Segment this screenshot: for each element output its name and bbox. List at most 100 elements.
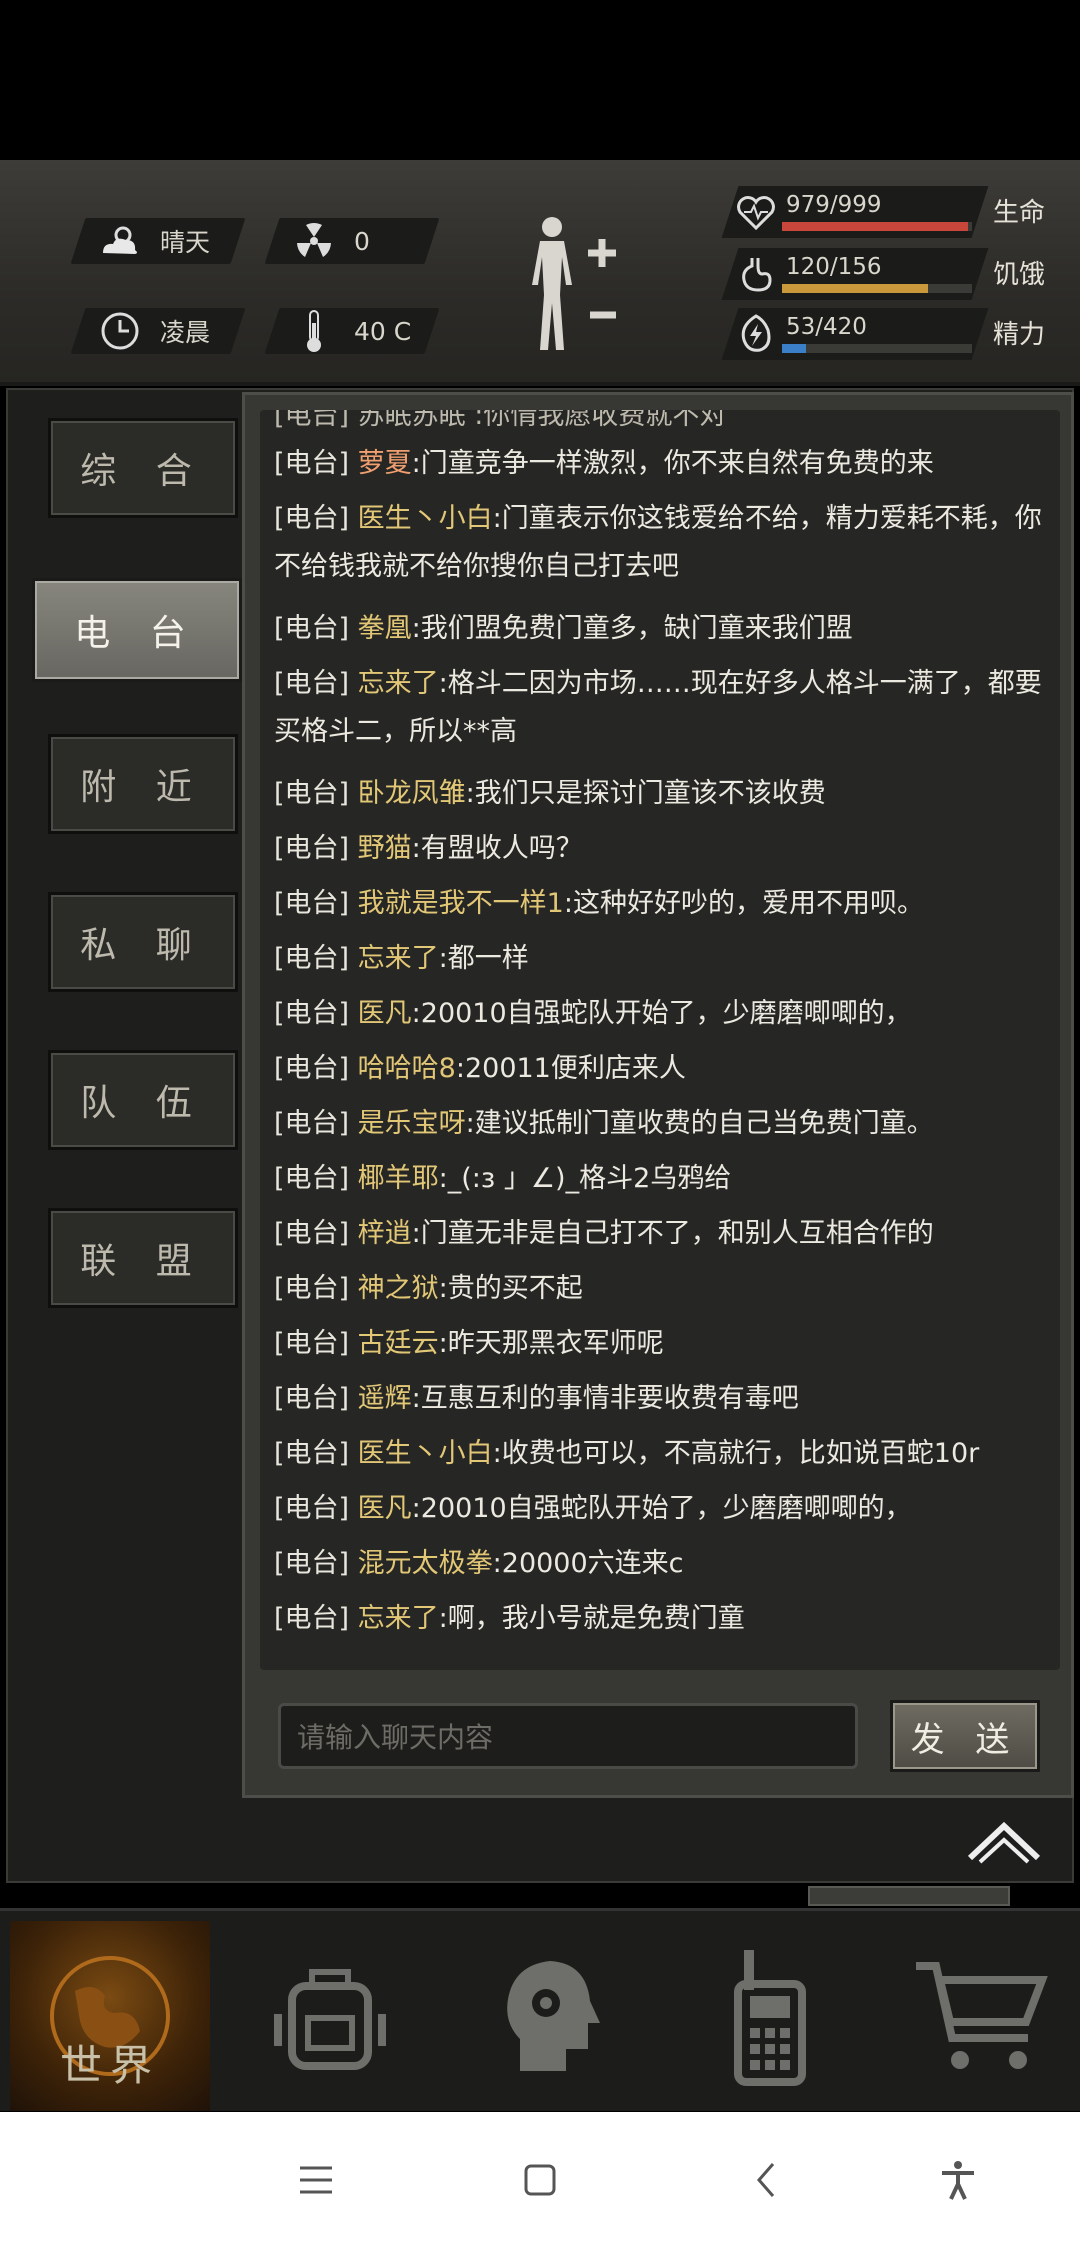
message-text: :20000六连来c (492, 1548, 684, 1579)
sender-name[interactable]: 古廷云 (358, 1328, 439, 1359)
chat-input[interactable]: 请输入聊天内容 (278, 1703, 858, 1769)
sender-name[interactable]: 医凡 (358, 1493, 412, 1524)
temperature-status: 40 C (264, 308, 440, 354)
message-text: :昨天那黑衣军师呢 (438, 1328, 664, 1359)
sender-name[interactable]: 医生丶小白 (358, 503, 493, 534)
hunger-value: 120/156 (786, 254, 882, 280)
radio-icon (734, 1950, 806, 2086)
time-status: 凌晨 (70, 308, 246, 354)
energy-icon (741, 314, 771, 352)
notification-strip (808, 1886, 1010, 1906)
energy-label: 精力 (993, 320, 1046, 350)
world-label: 世界 (59, 2041, 160, 2090)
nav-backpack[interactable] (230, 1921, 430, 2111)
message-text: :有盟收人吗？ (411, 833, 583, 864)
channel-tag: [电台] (274, 943, 350, 974)
chat-message: [电台] 拳凰:我们盟免费门童多，缺门童来我们盟 (274, 605, 1044, 653)
chat-message: [电台] 梓逍:门童无非是自己打不了，和别人互相合作的 (274, 1210, 1044, 1258)
energy-bar: 53/420 精力 (721, 308, 1060, 364)
message-text: :这种好好吵的，爱用不用呗。 (563, 888, 924, 919)
channel-tag: [电台] (274, 668, 350, 699)
tab-private[interactable]: 私 聊 (48, 892, 238, 992)
tab-general[interactable]: 综 合 (48, 418, 238, 518)
nav-shop[interactable] (880, 1921, 1080, 2111)
tab-nearby[interactable]: 附 近 (48, 734, 238, 834)
tab-radio[interactable]: 电 台 (32, 578, 242, 682)
channel-tag: [电台] (274, 1218, 350, 1249)
sender-name[interactable]: 是乐宝呀 (358, 1108, 466, 1139)
channel-tag: [电台] (274, 833, 350, 864)
sender-name[interactable]: 椰羊耶 (358, 1163, 439, 1194)
chat-message: [电台] 忘来了:啊，我小号就是免费门童 (274, 1595, 1044, 1643)
weather-label: 晴天 (160, 228, 211, 257)
message-text: :20011便利店来人 (455, 1053, 686, 1084)
message-text: :门童无非是自己打不了，和别人互相合作的 (411, 1218, 934, 1249)
channel-tag: [电台] (274, 503, 350, 534)
accessibility-icon[interactable] (930, 2152, 986, 2208)
sender-name[interactable]: 我就是我不一样1 (358, 888, 564, 919)
cart-icon (916, 1962, 1048, 2069)
chat-message: [电台] 混元太极拳:20000六连来c (274, 1540, 1044, 1588)
chat-message: [电台] 神之狱:贵的买不起 (274, 1265, 1044, 1313)
sender-name[interactable]: 梓逍 (358, 1218, 412, 1249)
chat-message: [电台] 忘来了:都一样 (274, 935, 1044, 983)
chat-message: [电台] 椰羊耶:_(:з 」∠)_格斗2乌鸦给 (274, 1155, 1044, 1203)
sender-name[interactable]: 忘来了 (358, 668, 439, 699)
sender-name[interactable]: 忘来了 (358, 1603, 439, 1634)
channel-tag: [电台] (274, 1383, 350, 1414)
energy-fill (782, 344, 806, 353)
chat-message: [电台] 哈哈哈8:20011便利店来人 (274, 1045, 1044, 1093)
channel-tag: [电台] (274, 1163, 350, 1194)
sender-name[interactable]: 卧龙凤雏 (358, 778, 466, 809)
collapse-icon[interactable] (966, 1818, 1042, 1866)
tab-alliance[interactable]: 联 盟 (48, 1208, 238, 1308)
channel-tag: [电台] (274, 1603, 350, 1634)
sender-name[interactable]: 拳凰 (358, 613, 412, 644)
send-button[interactable]: 发 送 (890, 1700, 1040, 1772)
hunger-bar: 120/156 饥饿 (721, 248, 1060, 304)
body-icon[interactable] (520, 215, 630, 355)
message-text: :建议抵制门童收费的自己当免费门童。 (465, 1108, 934, 1139)
home-icon[interactable] (512, 2152, 568, 2208)
radiation-status: 0 (264, 218, 440, 264)
sender-name[interactable]: 萝夏 (358, 448, 412, 479)
back-icon[interactable] (738, 2152, 794, 2208)
sender-name[interactable]: 混元太极拳 (358, 1548, 493, 1579)
temperature-value: 40 C (354, 316, 412, 346)
sender-name[interactable]: 野猫 (358, 833, 412, 864)
chat-message: [电台] 医生丶小白:门童表示你这钱爱给不给，精力爱耗不耗，你不给钱我就不给你搜… (274, 495, 1044, 591)
hunger-label: 饥饿 (993, 260, 1046, 290)
energy-value: 53/420 (786, 314, 867, 340)
nav-skills[interactable] (450, 1921, 650, 2111)
chat-message: [电台] 医生丶小白:收费也可以，不高就行，比如说百蛇10r (274, 1430, 1044, 1478)
channel-tag: [电台] (274, 998, 350, 1029)
channel-tag: [电台] (274, 1053, 350, 1084)
message-text: :贵的买不起 (438, 1273, 583, 1304)
nav-world[interactable]: 世界 (10, 1921, 210, 2111)
sender-name[interactable]: 医凡 (358, 998, 412, 1029)
message-text: :20010自强蛇队开始了，少磨磨唧唧的， (411, 998, 912, 1029)
heart-icon (737, 196, 775, 231)
weather-status: 晴天 (70, 218, 246, 264)
time-label: 凌晨 (160, 318, 211, 347)
menu-icon[interactable] (288, 2152, 344, 2208)
message-text: :20010自强蛇队开始了，少磨磨唧唧的， (411, 1493, 912, 1524)
stomach-icon (742, 258, 772, 292)
nav-radio[interactable] (670, 1921, 870, 2111)
sender-name[interactable]: 哈哈哈8 (358, 1053, 456, 1084)
sender-name[interactable]: 遥辉 (358, 1383, 412, 1414)
channel-tag: [电台] (274, 888, 350, 919)
message-text: :门童竞争一样激烈，你不来自然有免费的来 (411, 448, 934, 479)
channel-tag: [电台] (274, 1328, 350, 1359)
tab-team[interactable]: 队 伍 (48, 1050, 238, 1150)
radiation-value: 0 (354, 226, 370, 256)
message-text: :啊，我小号就是免费门童 (438, 1603, 745, 1634)
sender-name[interactable]: 神之狱 (358, 1273, 439, 1304)
system-nav-bar (0, 2112, 1080, 2244)
sender-name[interactable]: 医生丶小白 (358, 1438, 493, 1469)
health-value: 979/999 (786, 192, 882, 218)
chat-log[interactable]: [电台] 苏眠苏眠 :你情我愿收费就不对 [电台] 萝夏:门童竞争一样激烈，你不… (260, 410, 1060, 1670)
chat-message: [电台] 遥辉:互惠互利的事情非要收费有毒吧 (274, 1375, 1044, 1423)
sender-name[interactable]: 忘来了 (358, 943, 439, 974)
chat-message: [电台] 是乐宝呀:建议抵制门童收费的自己当免费门童。 (274, 1100, 1044, 1148)
